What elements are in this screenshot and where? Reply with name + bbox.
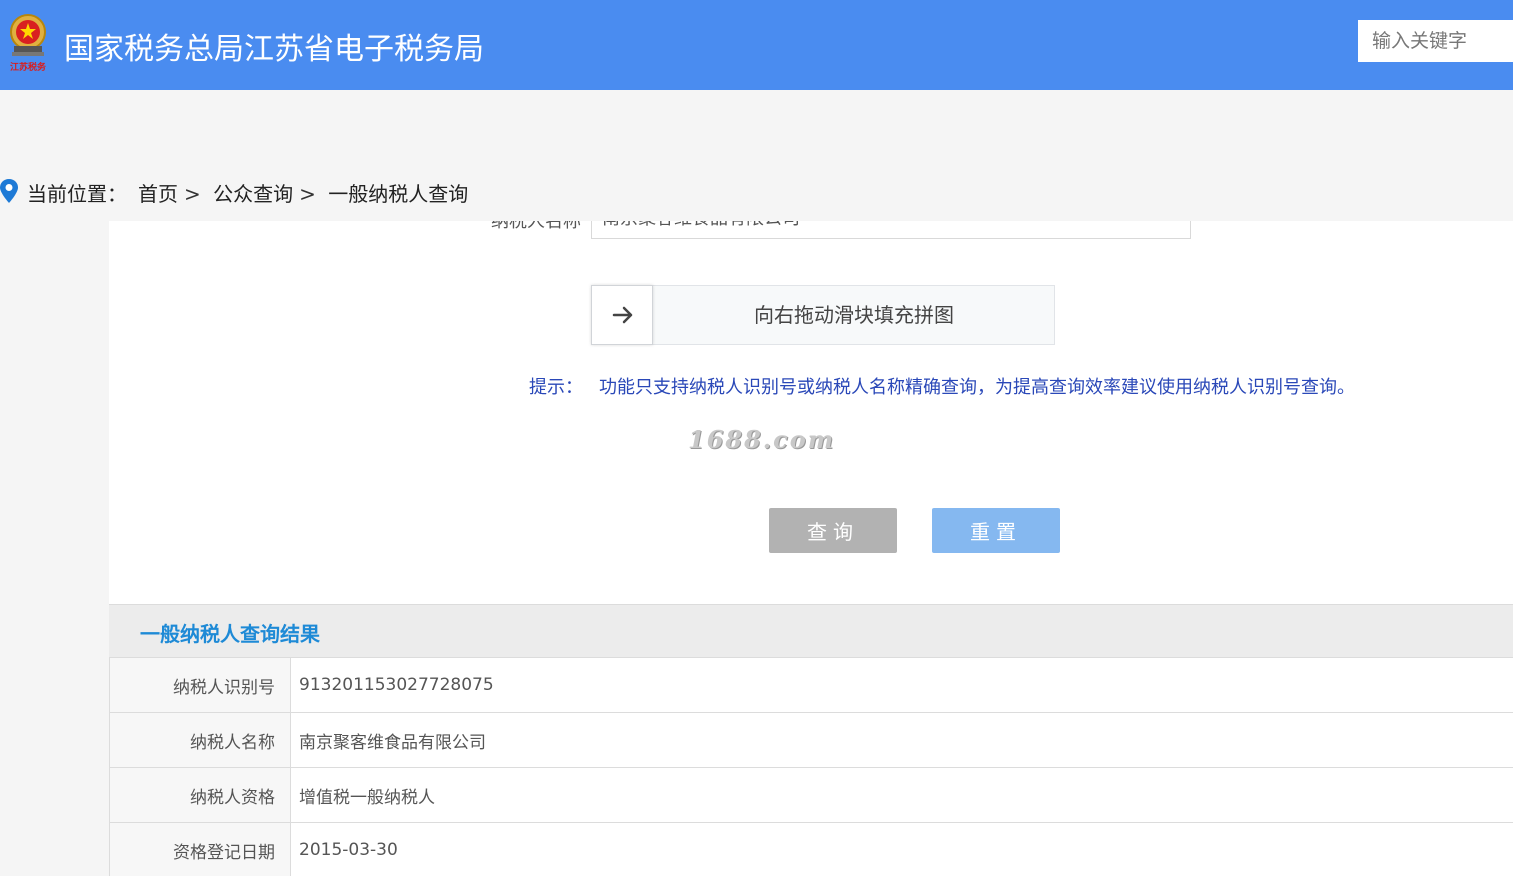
keyword-search-input[interactable] (1358, 20, 1513, 62)
slider-captcha[interactable]: 向右拖动滑块填充拼图 (591, 285, 1055, 345)
site-title[interactable]: 国家税务总局江苏省电子税务局 (64, 24, 484, 68)
table-row: 纳税人识别号 913201153027728075 (109, 658, 1513, 713)
breadcrumb-current-page: 一般纳税人查询 (328, 182, 469, 206)
table-row: 资格登记日期 2015-03-30 (109, 822, 1513, 876)
taxpayer-name-input[interactable]: 南京聚客维食品有限公司 (591, 221, 1191, 239)
emblem-icon (10, 14, 46, 56)
tax-emblem-logo[interactable]: 江苏税务 (4, 10, 52, 73)
row-value: 2015-03-30 (290, 822, 1513, 876)
watermark: 1688.com (688, 425, 836, 454)
top-header: 江苏税务 国家税务总局江苏省电子税务局 (0, 0, 1513, 90)
table-row: 纳税人资格 增值税一般纳税人 (109, 767, 1513, 823)
breadcrumb-public-query-link[interactable]: 公众查询 (213, 182, 293, 206)
logo-caption: 江苏税务 (9, 63, 46, 73)
row-value: 913201153027728075 (290, 658, 1513, 713)
result-table: 纳税人识别号 913201153027728075 纳税人名称 南京聚客维食品有… (109, 658, 1513, 876)
hint-text: 功能只支持纳税人识别号或纳税人名称精确查询，为提高查询效率建议使用纳税人识别号查… (599, 377, 1355, 398)
row-label: 纳税人识别号 (109, 658, 291, 713)
hint-label: 提示： (529, 377, 583, 398)
row-value: 增值税一般纳税人 (290, 767, 1513, 823)
breadcrumb-separator: > (184, 182, 201, 206)
location-pin-icon (0, 179, 18, 203)
row-label: 纳税人资格 (109, 767, 291, 823)
breadcrumb-separator: > (299, 182, 316, 206)
row-label: 资格登记日期 (109, 822, 291, 876)
reset-button[interactable]: 重置 (932, 508, 1060, 553)
breadcrumb-label: 当前位置： (27, 182, 127, 206)
row-value: 南京聚客维食品有限公司 (290, 712, 1513, 768)
query-panel: 纳税人名称 南京聚客维食品有限公司 向右拖动滑块填充拼图 提示： 功能只支持纳税人… (109, 221, 1513, 876)
table-row: 纳税人名称 南京聚客维食品有限公司 (109, 712, 1513, 768)
breadcrumb: 当前位置： 首页 > 公众查询 > 一般纳税人查询 (0, 163, 1513, 221)
breadcrumb-path: 首页 > 公众查询 > 一般纳税人查询 (138, 178, 474, 207)
query-hint: 提示： 功能只支持纳税人识别号或纳税人名称精确查询，为提高查询效率建议使用纳税人识… (529, 373, 1355, 399)
query-button[interactable]: 查询 (769, 508, 897, 553)
arrow-right-icon (612, 306, 633, 324)
taxpayer-name-label: 纳税人名称 (491, 221, 581, 232)
result-title: 一般纳税人查询结果 (140, 622, 320, 646)
slider-instruction: 向右拖动滑块填充拼图 (754, 303, 954, 327)
slider-handle[interactable] (591, 285, 653, 345)
row-label: 纳税人名称 (109, 712, 291, 768)
result-header: 一般纳税人查询结果 (109, 604, 1513, 658)
breadcrumb-home-link[interactable]: 首页 (138, 182, 178, 206)
